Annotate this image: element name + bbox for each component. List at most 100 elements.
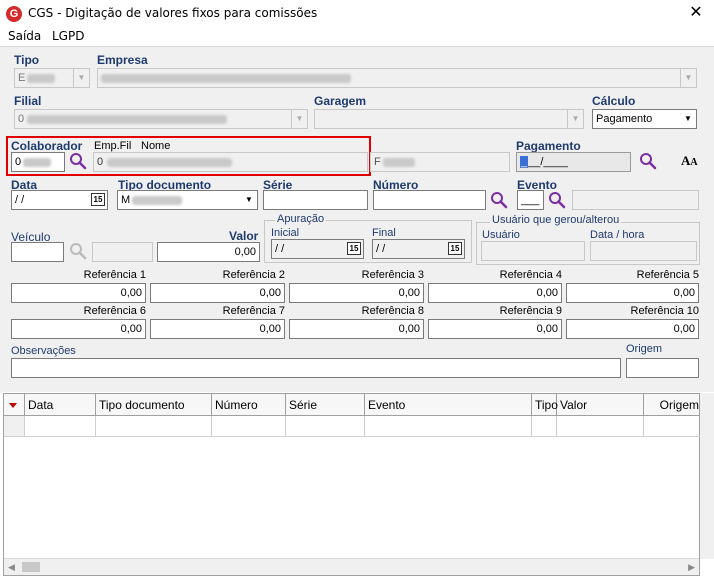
extra-value: F — [374, 156, 381, 168]
table-cell[interactable] — [25, 416, 96, 437]
inicial-input[interactable]: / / 15 — [271, 239, 364, 259]
referencia-input[interactable]: 0,00 — [566, 283, 699, 303]
search-icon[interactable] — [489, 190, 509, 210]
referencia-input[interactable]: 0,00 — [150, 283, 285, 303]
referencia-input[interactable]: 0,00 — [428, 319, 562, 339]
inicial-label: Inicial — [271, 227, 300, 239]
tipo-value: E — [18, 72, 26, 84]
search-icon[interactable] — [68, 241, 88, 261]
results-grid[interactable]: Data Tipo documento Número Série Evento … — [3, 393, 701, 576]
garagem-label: Garagem — [314, 94, 367, 108]
garagem-select[interactable]: ▼ — [314, 109, 584, 129]
nome-field: 0 — [93, 152, 368, 172]
col-data[interactable]: Data — [25, 394, 96, 416]
chevron-down-icon: ▼ — [680, 69, 696, 87]
col-valor[interactable]: Valor — [557, 394, 644, 416]
filial-select[interactable]: 0 ▼ — [14, 109, 308, 129]
col-origem[interactable]: Origem — [644, 394, 701, 416]
final-label: Final — [372, 227, 396, 239]
horizontal-scrollbar[interactable]: ◀ ▶ — [4, 558, 699, 575]
referencia-input[interactable]: 0,00 — [150, 319, 285, 339]
valor-input[interactable]: 0,00 — [157, 242, 260, 262]
data-input[interactable]: / / 15 — [11, 190, 108, 210]
referencia-label: Referência 10 — [630, 305, 700, 317]
usuario-label: Usuário — [482, 229, 520, 241]
chevron-down-icon: ▼ — [291, 110, 307, 128]
table-cell[interactable] — [644, 416, 701, 437]
final-input[interactable]: / / 15 — [372, 239, 465, 259]
numero-input[interactable] — [373, 190, 486, 210]
table-cell[interactable] — [286, 416, 365, 437]
evento-input[interactable]: ___ — [517, 190, 544, 210]
nome-label: Nome — [141, 140, 171, 152]
calendar-icon[interactable]: 15 — [347, 242, 361, 255]
referencia-label: Referência 7 — [222, 305, 285, 317]
table-cell[interactable] — [532, 416, 557, 437]
calculo-value: Pagamento — [596, 113, 653, 125]
emp-fil-label: Emp.Fil — [94, 140, 132, 152]
col-numero[interactable]: Número — [212, 394, 286, 416]
referencia-input[interactable]: 0,00 — [11, 319, 146, 339]
apuracao-label: Apuração — [275, 213, 327, 225]
referencia-input[interactable]: 0,00 — [428, 283, 562, 303]
colaborador-input[interactable]: 0 — [11, 152, 65, 172]
col-evento[interactable]: Evento — [365, 394, 532, 416]
calendar-icon[interactable]: 15 — [91, 193, 105, 206]
veiculo-description — [92, 242, 153, 262]
data-hora-label: Data / hora — [590, 229, 645, 241]
data-hora-field — [590, 241, 697, 261]
col-serie[interactable]: Série — [286, 394, 365, 416]
tipo-documento-select[interactable]: M ▼ — [117, 190, 258, 210]
tipo-select[interactable]: E ▼ — [14, 68, 90, 88]
scroll-right-icon[interactable]: ▶ — [688, 562, 695, 573]
empresa-label: Empresa — [97, 53, 148, 67]
table-cell[interactable] — [365, 416, 532, 437]
observacoes-input[interactable] — [11, 358, 621, 378]
window-title: CGS - Digitação de valores fixos para co… — [28, 6, 318, 20]
veiculo-input[interactable] — [11, 242, 64, 262]
calculo-select[interactable]: Pagamento ▼ — [592, 109, 697, 129]
grid-row-indicator[interactable] — [4, 416, 25, 437]
referencia-label: Referência 6 — [83, 305, 146, 317]
scroll-left-icon[interactable]: ◀ — [8, 562, 15, 573]
referencia-label: Referência 4 — [499, 269, 562, 281]
col-tipo-documento[interactable]: Tipo documento — [96, 394, 212, 416]
search-icon[interactable] — [547, 190, 567, 210]
chevron-down-icon: ▼ — [73, 69, 89, 87]
origem-input[interactable] — [626, 358, 699, 378]
chevron-down-icon: ▼ — [241, 191, 257, 209]
menu-lgpd[interactable]: LGPD — [52, 29, 84, 43]
font-size-icon[interactable]: AA — [681, 153, 698, 169]
empresa-select[interactable]: ▼ — [97, 68, 697, 88]
grid-header: Data Tipo documento Número Série Evento … — [4, 394, 699, 416]
grid-menu-icon[interactable] — [4, 394, 25, 416]
referencia-label: Referência 3 — [361, 269, 424, 281]
referencia-input[interactable]: 0,00 — [11, 283, 146, 303]
referencia-input[interactable]: 0,00 — [289, 283, 424, 303]
table-cell[interactable] — [212, 416, 286, 437]
calendar-icon[interactable]: 15 — [448, 242, 462, 255]
referencia-input[interactable]: 0,00 — [289, 319, 424, 339]
window-edge — [700, 393, 714, 559]
menu-saida[interactable]: Saída — [8, 29, 41, 43]
extra-field: F — [370, 152, 510, 172]
table-cell[interactable] — [96, 416, 212, 437]
colaborador-value: 0 — [15, 156, 22, 168]
evento-description — [572, 190, 699, 210]
serie-input[interactable] — [263, 190, 368, 210]
col-tipo[interactable]: Tipo — [532, 394, 558, 416]
scroll-thumb[interactable] — [22, 562, 40, 572]
pagamento-input[interactable]: ___/____ — [516, 152, 631, 172]
search-icon[interactable] — [68, 151, 88, 171]
table-cell[interactable] — [557, 416, 644, 437]
nome-value: 0 — [97, 156, 104, 168]
menu-bar — [0, 27, 714, 46]
usuario-field — [481, 241, 585, 261]
filial-label: Filial — [14, 94, 42, 108]
calculo-label: Cálculo — [592, 94, 636, 108]
pagamento-label: Pagamento — [516, 139, 581, 153]
search-icon[interactable] — [638, 151, 658, 171]
close-icon[interactable]: ✕ — [684, 3, 708, 23]
referencia-label: Referência 1 — [83, 269, 146, 281]
referencia-input[interactable]: 0,00 — [566, 319, 699, 339]
